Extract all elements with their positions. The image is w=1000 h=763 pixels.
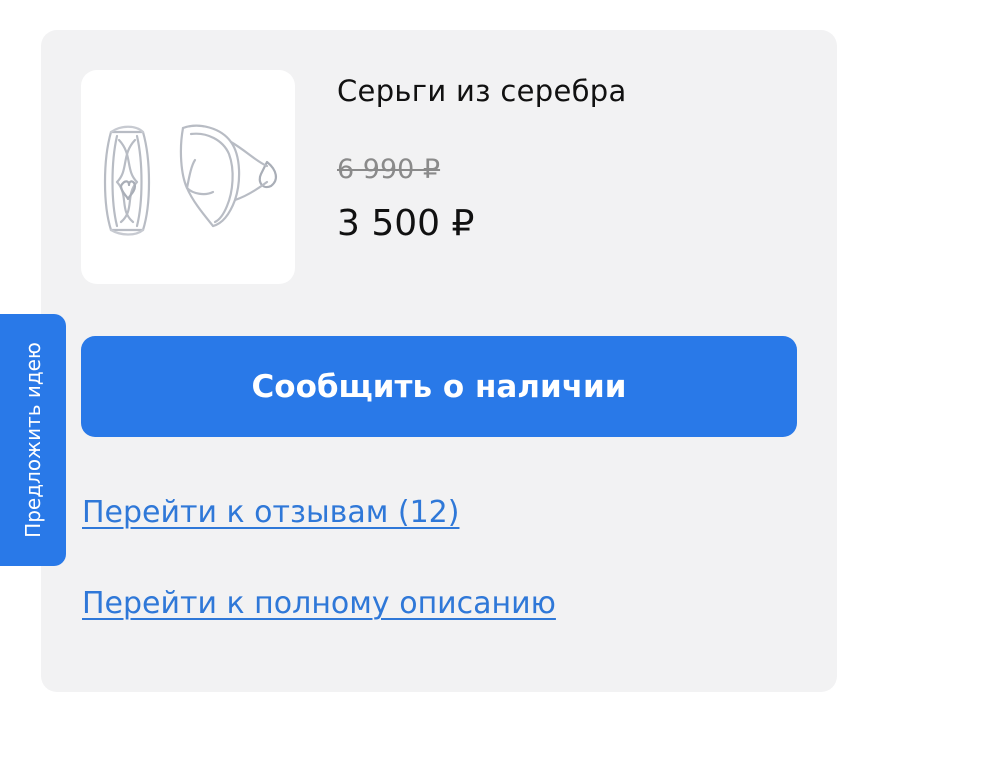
old-price: 6 990 ₽ (337, 154, 441, 185)
earrings-image-icon (103, 124, 277, 236)
current-price: 3 500 ₽ (337, 203, 475, 244)
product-card: Серьги из серебра 6 990 ₽ 3 500 ₽ Сообщи… (41, 30, 837, 692)
notify-availability-button[interactable]: Сообщить о наличии (81, 336, 797, 437)
suggest-idea-label: Предложить идею (21, 342, 45, 538)
reviews-link[interactable]: Перейти к отзывам (12) (82, 495, 459, 530)
product-image[interactable] (81, 70, 295, 284)
product-title: Серьги из серебра (337, 74, 627, 108)
suggest-idea-tab[interactable]: Предложить идею (0, 314, 66, 566)
full-description-link[interactable]: Перейти к полному описанию (82, 586, 556, 621)
